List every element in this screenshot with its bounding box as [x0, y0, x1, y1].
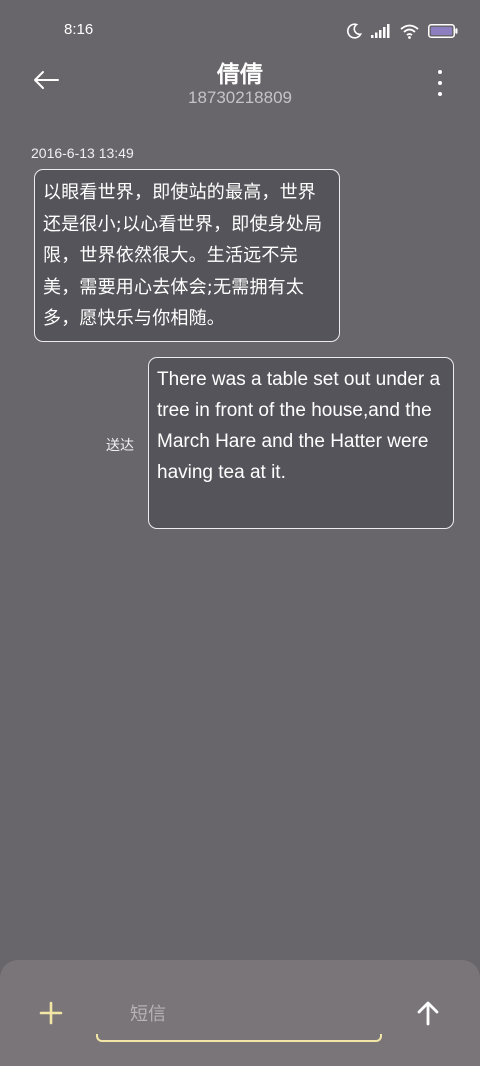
received-message-bubble[interactable]: 以眼看世界，即使站的最高，世界还是很小;以心看世界，即使身处局限，世界依然很大。… [34, 169, 340, 342]
contact-name: 倩倩 [217, 62, 263, 88]
signal-icon [371, 24, 391, 38]
message-input[interactable] [96, 992, 382, 1036]
sent-message-bubble[interactable]: There was a table set out under a tree i… [148, 357, 454, 529]
more-vertical-icon-dot-1 [438, 70, 442, 74]
plus-icon [38, 1001, 64, 1030]
more-vertical-icon-dot-2 [438, 81, 442, 85]
message-input-wrapper [96, 992, 382, 1044]
status-icons [346, 22, 458, 40]
message-composer [0, 960, 480, 1066]
arrow-up-icon [416, 1001, 440, 1030]
sent-message-text: There was a table set out under a tree i… [157, 369, 441, 483]
more-vertical-icon-dot-3 [438, 92, 442, 96]
contact-number: 18730218809 [187, 88, 292, 107]
status-time: 8:16 [64, 21, 94, 38]
battery-icon [428, 24, 458, 38]
conversation-header: 倩倩 18730218809 [0, 52, 480, 112]
input-underline [96, 1034, 382, 1042]
send-button[interactable] [416, 1000, 440, 1026]
message-timestamp: 2016-6-13 13:49 [31, 145, 134, 161]
moon-icon [346, 23, 362, 39]
add-attachment-button[interactable] [38, 1000, 64, 1026]
received-message-text: 以眼看世界，即使站的最高，世界还是很小;以心看世界，即使身处局限，世界依然很大。… [43, 182, 323, 329]
sent-status-label: 送达 [106, 438, 134, 454]
status-bar: 8:16 [0, 0, 480, 60]
more-options-button[interactable] [434, 70, 446, 96]
wifi-icon [400, 24, 419, 39]
